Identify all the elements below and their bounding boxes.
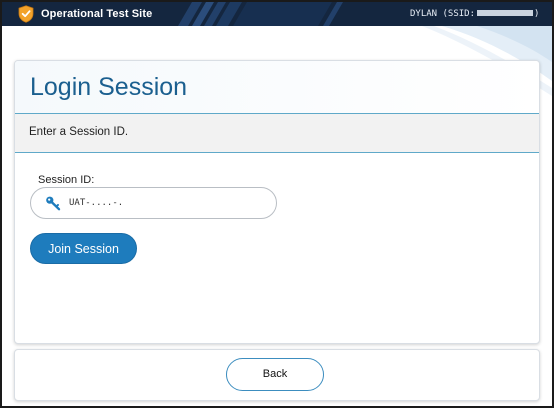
instruction-bar: Enter a Session ID. [15,114,539,153]
site-title: Operational Test Site [41,8,153,20]
session-id-label: Session ID: [38,174,95,186]
join-session-button[interactable]: Join Session [30,233,137,264]
top-bar: Operational Test Site DYLAN (SSID:) [2,2,552,26]
login-session-panel: Login Session Enter a Session ID. Sessio… [14,60,540,344]
key-icon [46,196,61,211]
session-id-value: UAT-....-. [69,198,124,208]
shield-check-icon [18,5,34,23]
panel-header: Login Session [15,61,539,114]
user-info: DYLAN (SSID:) [410,9,539,19]
instruction-text: Enter a Session ID. [29,126,129,138]
app-window: Operational Test Site DYLAN (SSID:) Logi… [0,0,554,408]
session-id-input[interactable]: UAT-....-. [30,187,277,219]
user-suffix: ) [534,9,540,19]
user-label: DYLAN (SSID: [410,9,476,19]
footer-panel: Back [14,349,540,401]
back-button[interactable]: Back [226,358,324,391]
page-title: Login Session [30,73,188,101]
ssid-redaction [477,9,534,16]
